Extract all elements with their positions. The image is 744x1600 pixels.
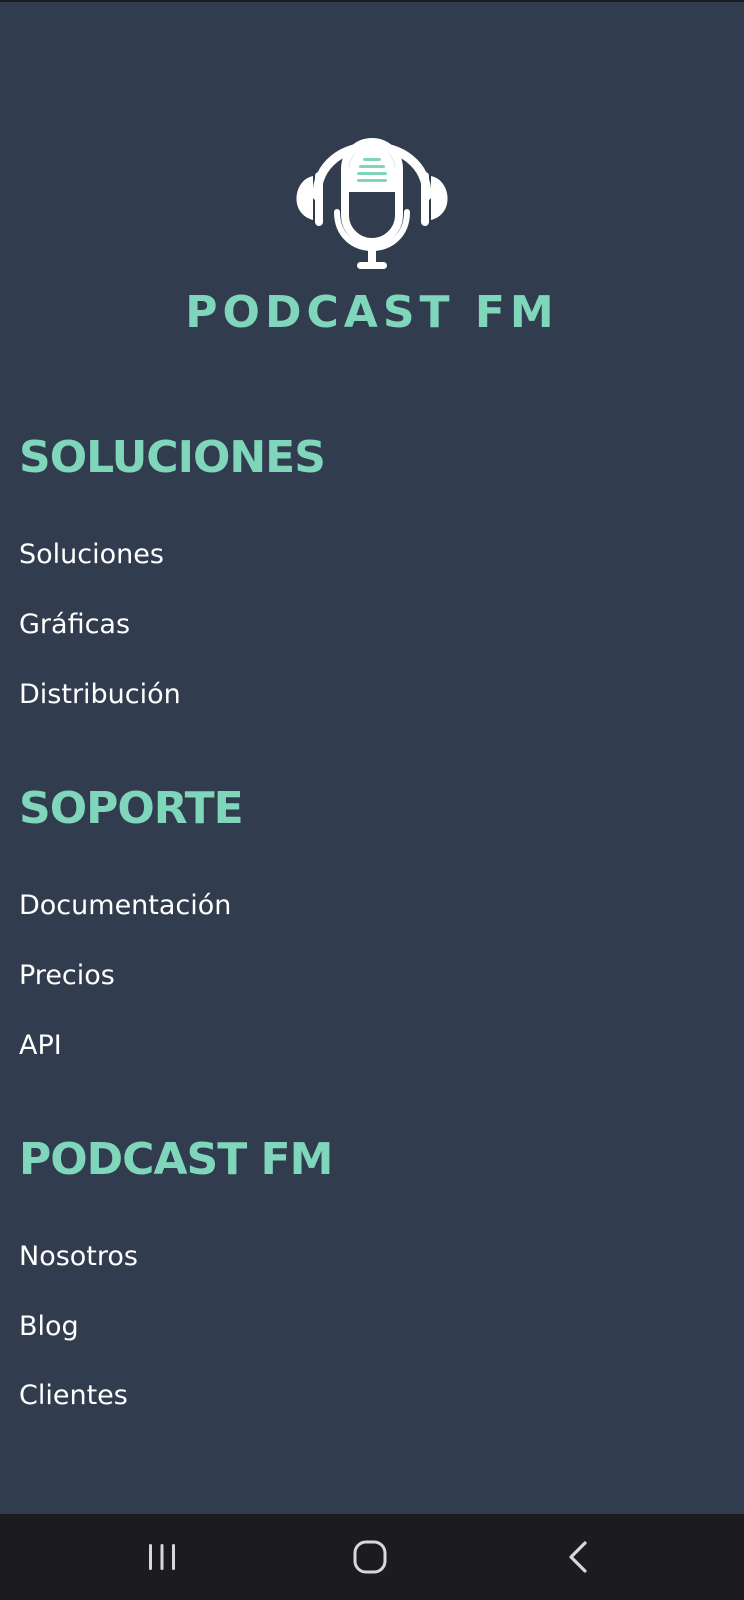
home-button[interactable] xyxy=(310,1514,430,1600)
section-title-soluciones: SOLUCIONES xyxy=(19,432,326,483)
podcast-headphones-microphone-icon xyxy=(296,138,448,269)
link-soluciones[interactable]: Soluciones xyxy=(19,539,164,570)
recents-icon xyxy=(149,1544,175,1570)
back-button[interactable] xyxy=(518,1514,638,1600)
top-border xyxy=(0,0,744,2)
link-distribucion[interactable]: Distribución xyxy=(19,679,181,710)
brand-name: PODCAST FM xyxy=(185,287,559,338)
brand-logo[interactable] xyxy=(0,100,744,272)
system-navigation-bar xyxy=(0,1514,744,1600)
link-nosotros[interactable]: Nosotros xyxy=(19,1241,138,1272)
section-title-podcast-fm: PODCAST FM xyxy=(19,1134,333,1185)
home-icon xyxy=(353,1540,387,1574)
recents-button[interactable] xyxy=(102,1514,222,1600)
link-documentacion[interactable]: Documentación xyxy=(19,890,231,921)
section-title-soporte: SOPORTE xyxy=(19,783,244,834)
link-clientes[interactable]: Clientes xyxy=(19,1380,128,1411)
back-icon xyxy=(569,1541,587,1573)
link-graficas[interactable]: Gráficas xyxy=(19,609,130,640)
link-api[interactable]: API xyxy=(19,1030,62,1061)
link-blog[interactable]: Blog xyxy=(19,1311,79,1342)
link-precios[interactable]: Precios xyxy=(19,960,115,991)
